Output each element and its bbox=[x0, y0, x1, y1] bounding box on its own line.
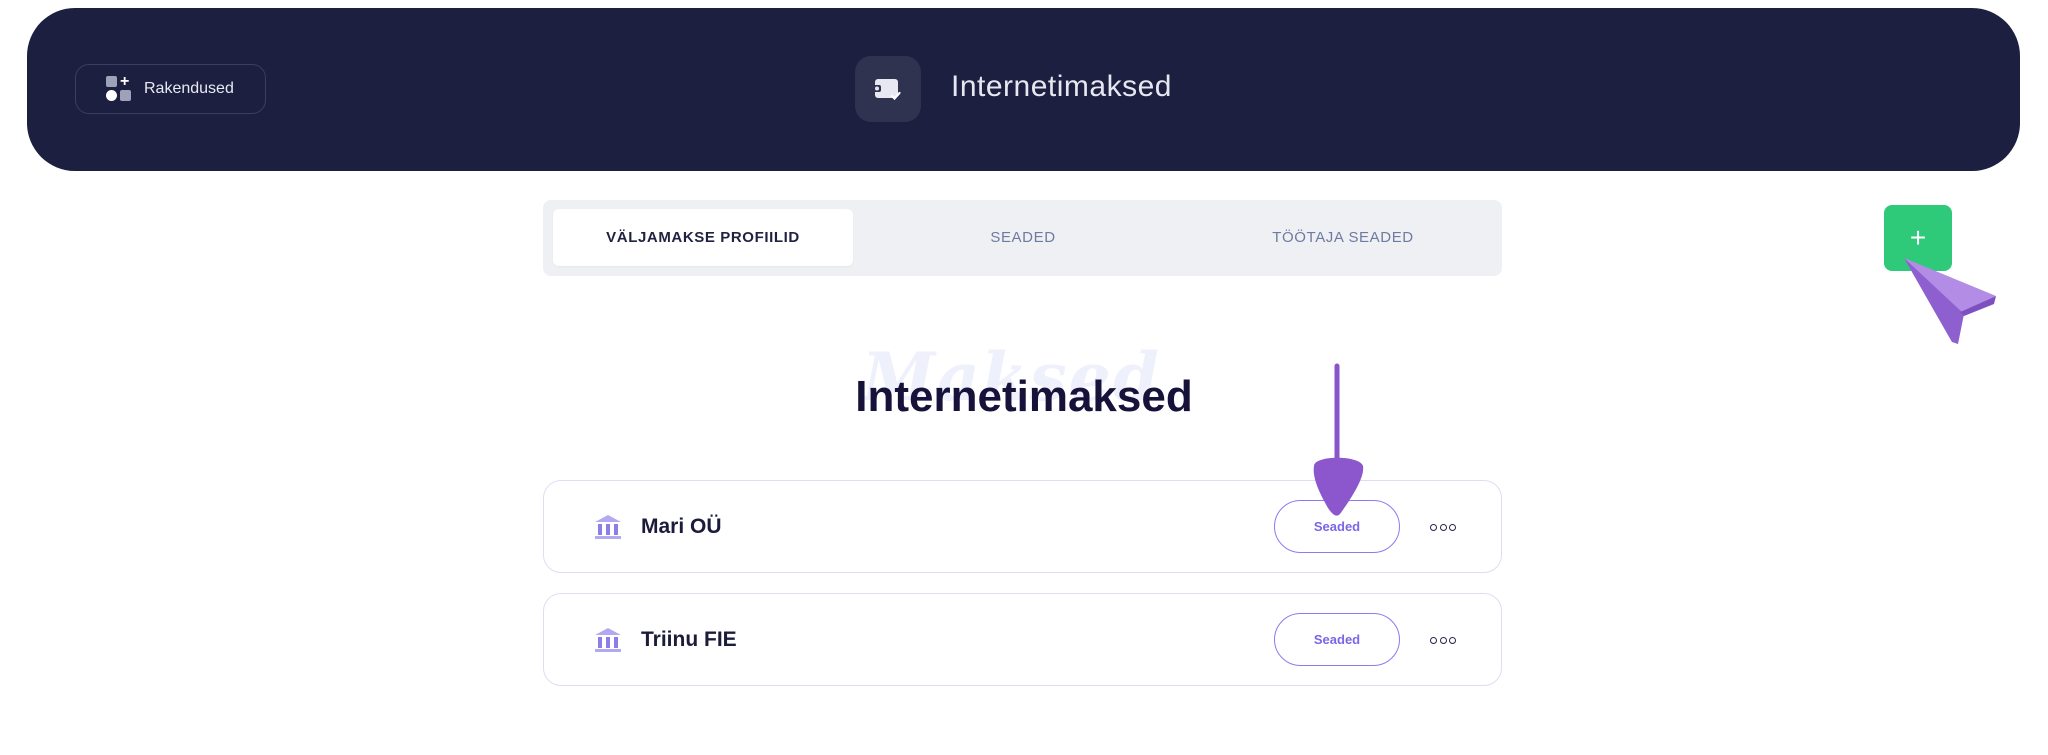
bank-icon bbox=[595, 628, 621, 652]
tab-employee-settings[interactable]: TÖÖTAJA SEADED bbox=[1193, 209, 1493, 266]
profile-card: Triinu FIE Seaded bbox=[543, 593, 1502, 686]
more-options-icon[interactable] bbox=[1430, 629, 1456, 651]
bank-icon bbox=[595, 515, 621, 539]
wallet-icon bbox=[873, 79, 901, 101]
more-options-icon[interactable] bbox=[1430, 516, 1456, 538]
profile-name: Triinu FIE bbox=[641, 628, 737, 651]
tab-payout-profiles[interactable]: VÄLJAMAKSE PROFIILID bbox=[553, 209, 853, 266]
apps-button[interactable]: + Rakendused bbox=[75, 64, 266, 114]
profile-card: Mari OÜ Seaded bbox=[543, 480, 1502, 573]
profile-name: Mari OÜ bbox=[641, 515, 722, 538]
profile-settings-button[interactable]: Seaded bbox=[1274, 500, 1400, 553]
app-header: + Rakendused Internetimaksed bbox=[27, 8, 2020, 171]
payments-app-logo bbox=[855, 56, 921, 122]
tab-bar: VÄLJAMAKSE PROFIILID SEADED TÖÖTAJA SEAD… bbox=[543, 200, 1502, 276]
page-title: Internetimaksed bbox=[855, 372, 1193, 421]
add-profile-button[interactable]: + bbox=[1884, 205, 1952, 271]
app-title: Internetimaksed bbox=[951, 70, 1172, 103]
profile-settings-button[interactable]: Seaded bbox=[1274, 613, 1400, 666]
apps-button-label: Rakendused bbox=[144, 80, 234, 97]
tab-settings[interactable]: SEADED bbox=[873, 209, 1173, 266]
apps-grid-icon: + bbox=[106, 74, 132, 102]
